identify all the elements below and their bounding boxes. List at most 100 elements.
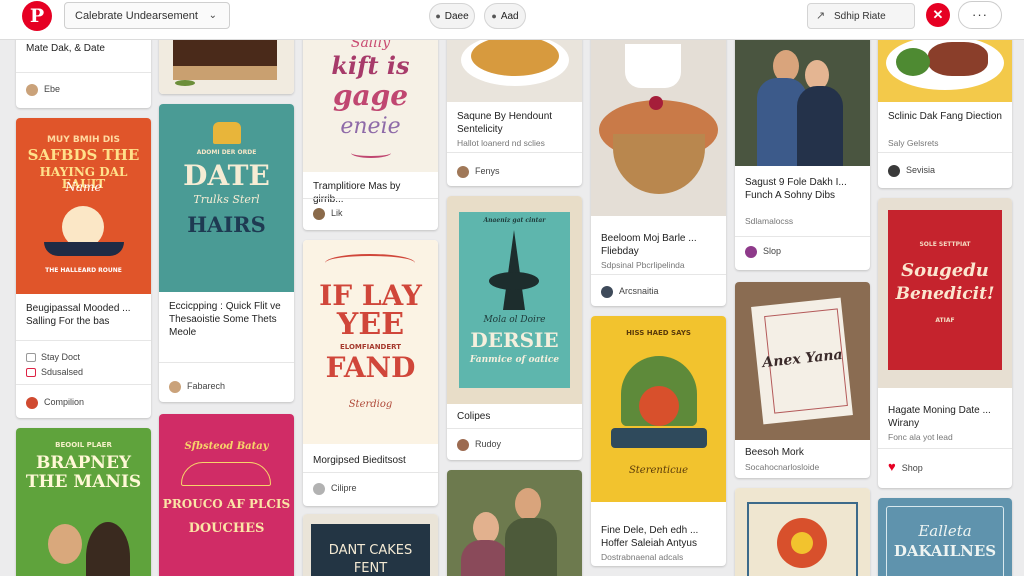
pin-card[interactable]: DANT CAKES FENT	[303, 514, 438, 576]
body-shape	[505, 518, 557, 576]
pin-author[interactable]: Fabarech	[169, 379, 225, 393]
food-image	[591, 30, 726, 216]
poster-text: PROUCO AF PLCIS	[162, 497, 291, 511]
ornament-shape	[325, 254, 415, 272]
divider	[16, 340, 151, 341]
food-image	[878, 30, 1012, 102]
filter-pill-2[interactable]: ● Aad	[484, 3, 526, 29]
pin-card[interactable]: ADOMI DER ORDE DATE Trulks Sterl HAIRS E…	[159, 104, 294, 402]
pin-author[interactable]: Slop	[745, 244, 781, 258]
poster-text: SOLE SETTPIAT	[919, 241, 971, 248]
poster-text: DERSIE	[470, 328, 559, 352]
divider	[591, 274, 726, 275]
chevron-down-icon: ⌄	[208, 10, 217, 21]
pin-card[interactable]: MUY BMIH DIS SAFBDS THE HAYING DAL EAUIT…	[16, 118, 151, 418]
more-options-button[interactable]: ···	[958, 1, 1002, 29]
pin-subtitle: Socahocnarlosloide	[745, 462, 820, 472]
divider	[735, 236, 870, 237]
flower-center	[791, 532, 813, 554]
pin-subtitle: Fonc ala yot lead	[888, 432, 953, 442]
ground-shape	[611, 428, 707, 448]
divider	[447, 152, 582, 153]
poster-text: DAKAILNES	[893, 542, 997, 560]
poster-text: Mola ol Doire	[483, 315, 546, 325]
board-select-label: Calebrate Undearsement	[75, 10, 198, 22]
poster-text: IF LAY	[319, 279, 422, 312]
pin-title: Saqune By Hendount Sentelicity	[457, 111, 553, 135]
heart-icon: ♥	[888, 459, 896, 474]
pin-card[interactable]: Ealleta DAKAILNES	[878, 498, 1012, 576]
pin-title: Colipes	[457, 411, 491, 422]
salad-shape	[896, 48, 930, 76]
pin-save[interactable]: ♥ Shop	[888, 460, 923, 475]
user-icon: ●	[435, 11, 441, 21]
poster-text: MUY BMIH DIS	[46, 135, 121, 145]
avatar	[457, 438, 469, 451]
poster-text: Trulks Sterl	[193, 193, 260, 206]
pin-card[interactable]: IF LAY YEE ELOMFIANDERT FAND Sterdiog Mo…	[303, 240, 438, 506]
pin-card[interactable]: Sagust 9 Fole Dakh I... Funch A Sohny Di…	[735, 30, 870, 270]
avatar	[313, 482, 325, 495]
pin-title: Sclinic Dak Fang Diection	[888, 111, 1002, 122]
couple-photo	[735, 30, 870, 166]
avatar	[169, 380, 181, 393]
pin-author[interactable]: Cilipre	[313, 481, 357, 495]
poster-image: DANT CAKES FENT	[303, 514, 438, 576]
pin-author[interactable]: Arcsnaitia	[601, 284, 659, 298]
pin-subtitle: Sdlamalocss	[745, 216, 794, 226]
hair-shape	[86, 522, 130, 576]
poster-text: ADOMI DER ORDE	[196, 149, 257, 156]
pin-card[interactable]: Sallly kift is gage eneie Tramplitiore M…	[303, 30, 438, 230]
board-select[interactable]: Calebrate Undearsement ⌄	[64, 2, 230, 29]
meat-shape	[928, 42, 988, 76]
pin-card[interactable]	[447, 470, 582, 576]
pin-card[interactable]: SOLE SETTPIAT Sougedu Benedicit! ATIAF H…	[878, 198, 1012, 488]
pin-card[interactable]: BEOOIL PLAER BRAPNEY THE MANIS	[16, 428, 151, 576]
pin-author[interactable]: Fenys	[457, 164, 500, 178]
poster-text: Benedicit!	[895, 284, 995, 304]
pin-card[interactable]	[735, 488, 870, 576]
pin-card[interactable]: Sfbsteod Batay PROUCO AF PLCIS DOUCHES	[159, 414, 294, 576]
pin-card[interactable]: Beeloom Moj Barle ... Fliebday Sdpsinal …	[591, 30, 726, 306]
crown-shape	[213, 122, 241, 144]
pinterest-logo[interactable]: P	[22, 1, 52, 31]
poster-text: Sfbsteod Batay	[184, 441, 269, 452]
poster-text: gage	[332, 79, 409, 112]
filter-pill-1[interactable]: ● Daee	[429, 3, 475, 29]
avatar	[601, 285, 613, 298]
pin-title: Mate Dak, & Date	[26, 43, 105, 54]
flourish-shape	[351, 148, 391, 158]
pin-author[interactable]: Sevisia	[888, 163, 935, 177]
search-input[interactable]: ↗ Sdhip Riate	[807, 3, 915, 29]
poster-image: ADOMI DER ORDE DATE Trulks Sterl HAIRS	[159, 104, 294, 292]
poster-image: HISS HAED SAYS Sterenticue	[591, 316, 726, 502]
pin-card[interactable]: HISS HAED SAYS Sterenticue Fine Dele, De…	[591, 316, 726, 566]
top-bar: P Calebrate Undearsement ⌄ ● Daee ● Aad ↗ …	[0, 0, 1024, 40]
close-button[interactable]: ✕	[926, 3, 950, 27]
pin-author[interactable]: Rudoy	[457, 437, 501, 451]
mug-shape	[625, 44, 681, 88]
poster-text: ATIAF	[935, 317, 955, 324]
avatar	[457, 165, 469, 178]
flower-shape	[639, 386, 679, 426]
pin-author[interactable]: Lik	[313, 206, 343, 220]
poster-text: FAND	[325, 351, 416, 384]
pin-author[interactable]: Compilion	[26, 395, 84, 409]
poster-image: BEOOIL PLAER BRAPNEY THE MANIS	[16, 428, 151, 576]
pin-card[interactable]: Sclinic Dak Fang Diection Saly Gelsrets …	[878, 30, 1012, 188]
divider	[303, 198, 438, 199]
divider	[303, 472, 438, 473]
poster-text: DOUCHES	[188, 521, 265, 536]
pin-card[interactable]: Saqune By Hendount Sentelicity Hallot lo…	[447, 30, 582, 186]
poster-text: FENT	[353, 561, 388, 576]
poster-text: THE MANIS	[25, 472, 142, 492]
person-shape	[48, 524, 82, 564]
pin-card[interactable]: Anex Yana Beesoh Mork Socahocnarlosloide	[735, 282, 870, 478]
pin-author[interactable]: Ebe	[26, 82, 60, 96]
pin-card[interactable]: Anaeniz gat cintar Mola ol Doire DERSIE …	[447, 196, 582, 460]
pin-subtitle: Dostrabnaenal adcals	[601, 552, 684, 562]
berry-shape	[649, 96, 663, 110]
pin-card[interactable]: Mate Dak, & Date Ebe	[16, 30, 151, 108]
pin-subtitle: Saly Gelsrets	[888, 138, 939, 148]
avatar	[26, 396, 38, 409]
